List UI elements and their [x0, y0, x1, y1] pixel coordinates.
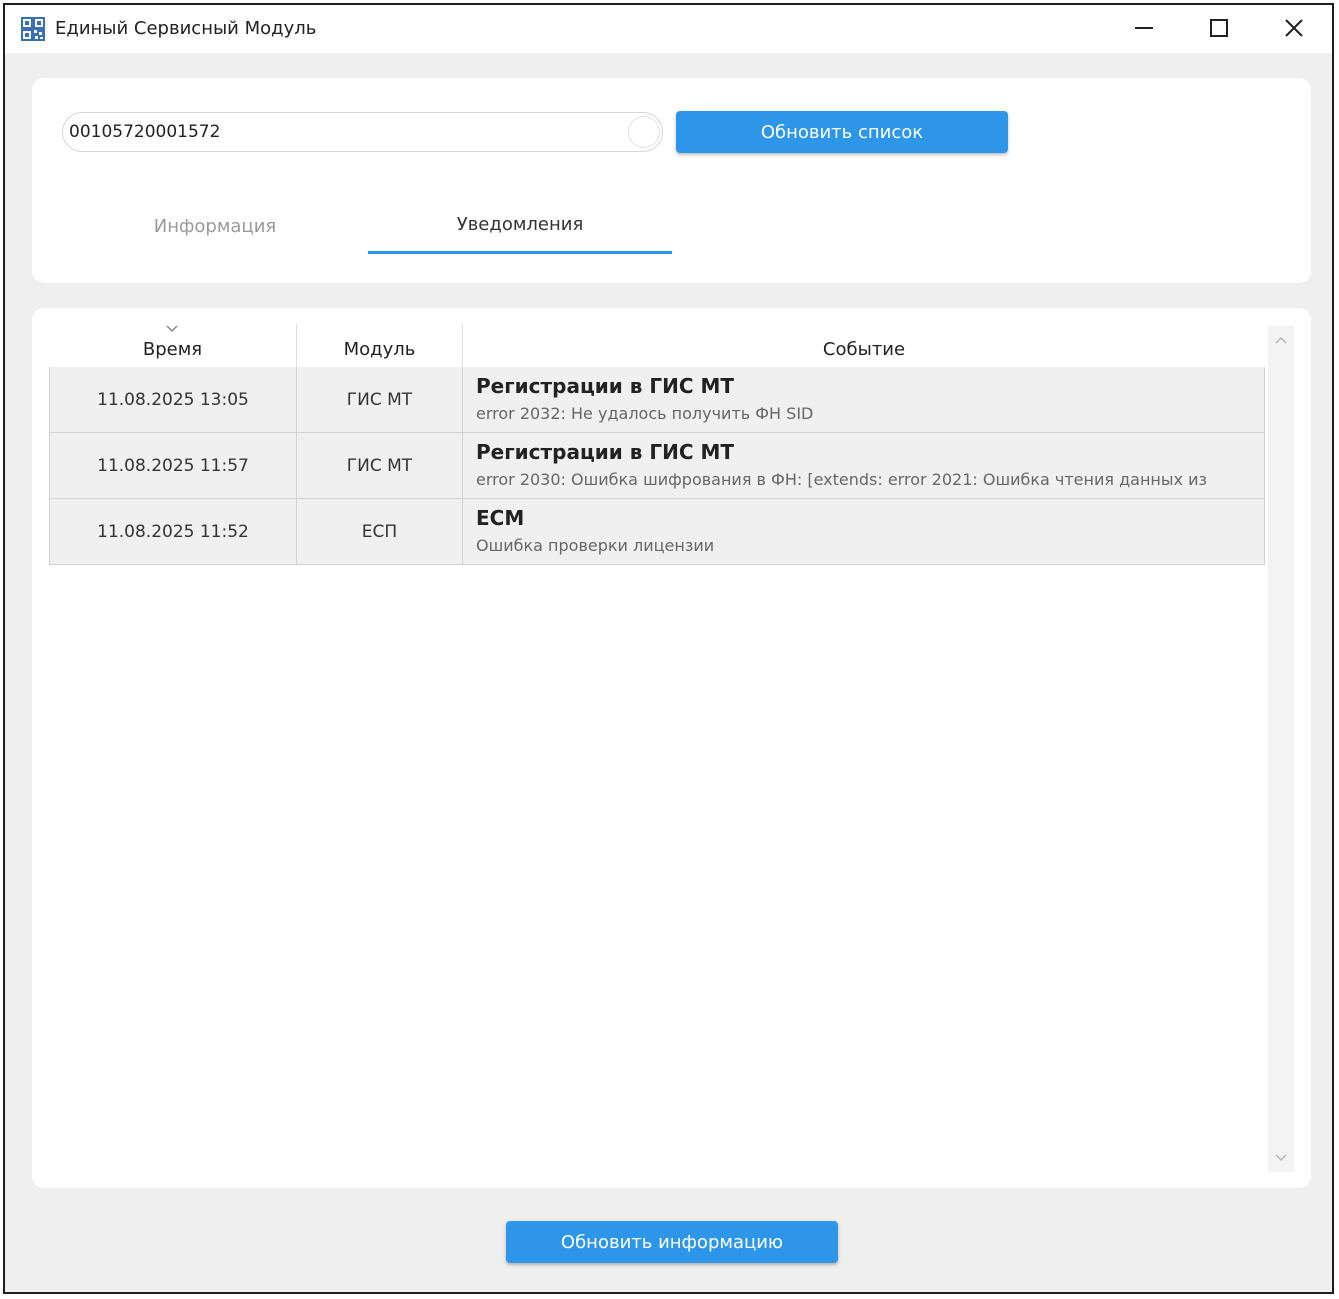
- event-description: Ошибка проверки лицензии: [476, 536, 715, 555]
- qr-code-icon: [21, 17, 45, 41]
- search-field-end-cap: [628, 116, 660, 148]
- title-bar: Единый Сервисный Модуль: [5, 5, 1332, 53]
- table-row[interactable]: 11.08.2025 11:52 ЕСП ЕСМ Ошибка проверки…: [49, 499, 1265, 565]
- event-title: ЕСМ: [476, 506, 525, 530]
- cell-event: Регистрации в ГИС МТ error 2032: Не удал…: [462, 367, 1265, 432]
- refresh-info-button[interactable]: Обновить информацию: [506, 1221, 838, 1263]
- minimize-icon: [1135, 27, 1153, 29]
- chevron-up-icon[interactable]: [1275, 336, 1287, 344]
- event-title: Регистрации в ГИС МТ: [476, 440, 735, 464]
- tab-information[interactable]: Информация: [62, 198, 368, 254]
- table-header: Время Модуль Событие: [49, 324, 1265, 367]
- column-header-event-label: Событие: [822, 339, 906, 360]
- column-header-module[interactable]: Модуль: [296, 324, 462, 367]
- tab-notifications[interactable]: Уведомления: [368, 198, 672, 254]
- cell-time: 11.08.2025 11:52: [49, 499, 296, 564]
- column-header-time[interactable]: Время: [49, 324, 296, 367]
- chevron-down-icon[interactable]: [1275, 1154, 1287, 1162]
- cell-event: Регистрации в ГИС МТ error 2030: Ошибка …: [462, 433, 1265, 498]
- cell-time: 11.08.2025 11:57: [49, 433, 296, 498]
- chevron-down-icon: [166, 325, 178, 333]
- maximize-icon: [1210, 19, 1228, 37]
- event-title: Регистрации в ГИС МТ: [476, 374, 735, 398]
- app-window: Единый Сервисный Модуль Обновить список …: [3, 3, 1334, 1294]
- minimize-button[interactable]: [1108, 5, 1180, 51]
- close-icon: [1285, 19, 1303, 37]
- cell-module: ГИС МТ: [296, 367, 462, 432]
- cell-module: ЕСП: [296, 499, 462, 564]
- event-description: error 2030: Ошибка шифрования в ФН: [ext…: [476, 470, 1207, 489]
- maximize-button[interactable]: [1183, 5, 1255, 51]
- vertical-scrollbar[interactable]: [1268, 326, 1294, 1172]
- table-row[interactable]: 11.08.2025 11:57 ГИС МТ Регистрации в ГИ…: [49, 433, 1265, 499]
- close-button[interactable]: [1258, 5, 1330, 51]
- column-header-module-label: Модуль: [343, 339, 416, 360]
- column-header-event[interactable]: Событие: [462, 324, 1265, 367]
- cell-module: ГИС МТ: [296, 433, 462, 498]
- search-input[interactable]: [69, 113, 624, 151]
- notifications-table: Время Модуль Событие 11.08.2025 13:05 ГИ…: [49, 324, 1265, 565]
- cell-time: 11.08.2025 13:05: [49, 367, 296, 432]
- window-title: Единый Сервисный Модуль: [55, 18, 317, 39]
- event-description: error 2032: Не удалось получить ФН SID: [476, 404, 814, 423]
- column-header-time-label: Время: [142, 339, 203, 360]
- notifications-panel: Время Модуль Событие 11.08.2025 13:05 ГИ…: [32, 308, 1311, 1188]
- cell-event: ЕСМ Ошибка проверки лицензии: [462, 499, 1265, 564]
- top-panel: Обновить список Информация Уведомления: [32, 78, 1311, 283]
- refresh-list-button[interactable]: Обновить список: [676, 111, 1008, 153]
- table-row[interactable]: 11.08.2025 13:05 ГИС МТ Регистрации в ГИ…: [49, 367, 1265, 433]
- search-field[interactable]: [62, 112, 663, 152]
